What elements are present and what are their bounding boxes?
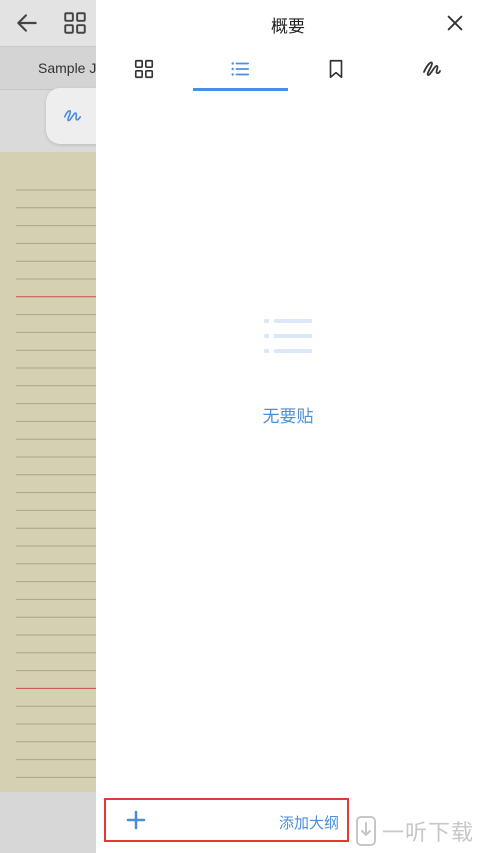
panel-title: 概要: [271, 17, 305, 37]
close-icon[interactable]: [444, 12, 466, 34]
annotation-pen-icon: [423, 61, 441, 76]
watermark-logo-icon: [356, 816, 376, 846]
back-arrow-icon[interactable]: [14, 10, 40, 36]
add-outline-button[interactable]: 添加大纲: [279, 812, 339, 833]
thumbnails-grid-icon: [134, 59, 154, 79]
empty-state-text: 无要贴: [262, 407, 314, 427]
pen-squiggle-icon: [63, 109, 82, 122]
notebook-paper: [0, 152, 96, 792]
outline-list-icon: [231, 62, 250, 76]
panel-tabs: [96, 46, 480, 92]
tab-thumbnails[interactable]: [96, 46, 192, 92]
tab-outline[interactable]: [192, 46, 288, 92]
plus-icon[interactable]: [124, 808, 148, 832]
overview-panel: 概要 无要贴 添加大纲: [96, 0, 480, 853]
watermark-text: 一听下载: [382, 821, 475, 846]
tab-annotations[interactable]: [384, 46, 480, 92]
tab-bookmarks[interactable]: [288, 46, 384, 92]
add-outline-bar: 添加大纲: [104, 798, 349, 842]
bookmark-icon: [329, 59, 343, 79]
grid-view-icon[interactable]: [62, 10, 88, 36]
empty-outline-icon: [264, 319, 312, 353]
active-tab-indicator: [193, 88, 288, 91]
document-tab-label[interactable]: Sample J: [38, 60, 96, 76]
watermark: 一听下载: [356, 812, 474, 850]
